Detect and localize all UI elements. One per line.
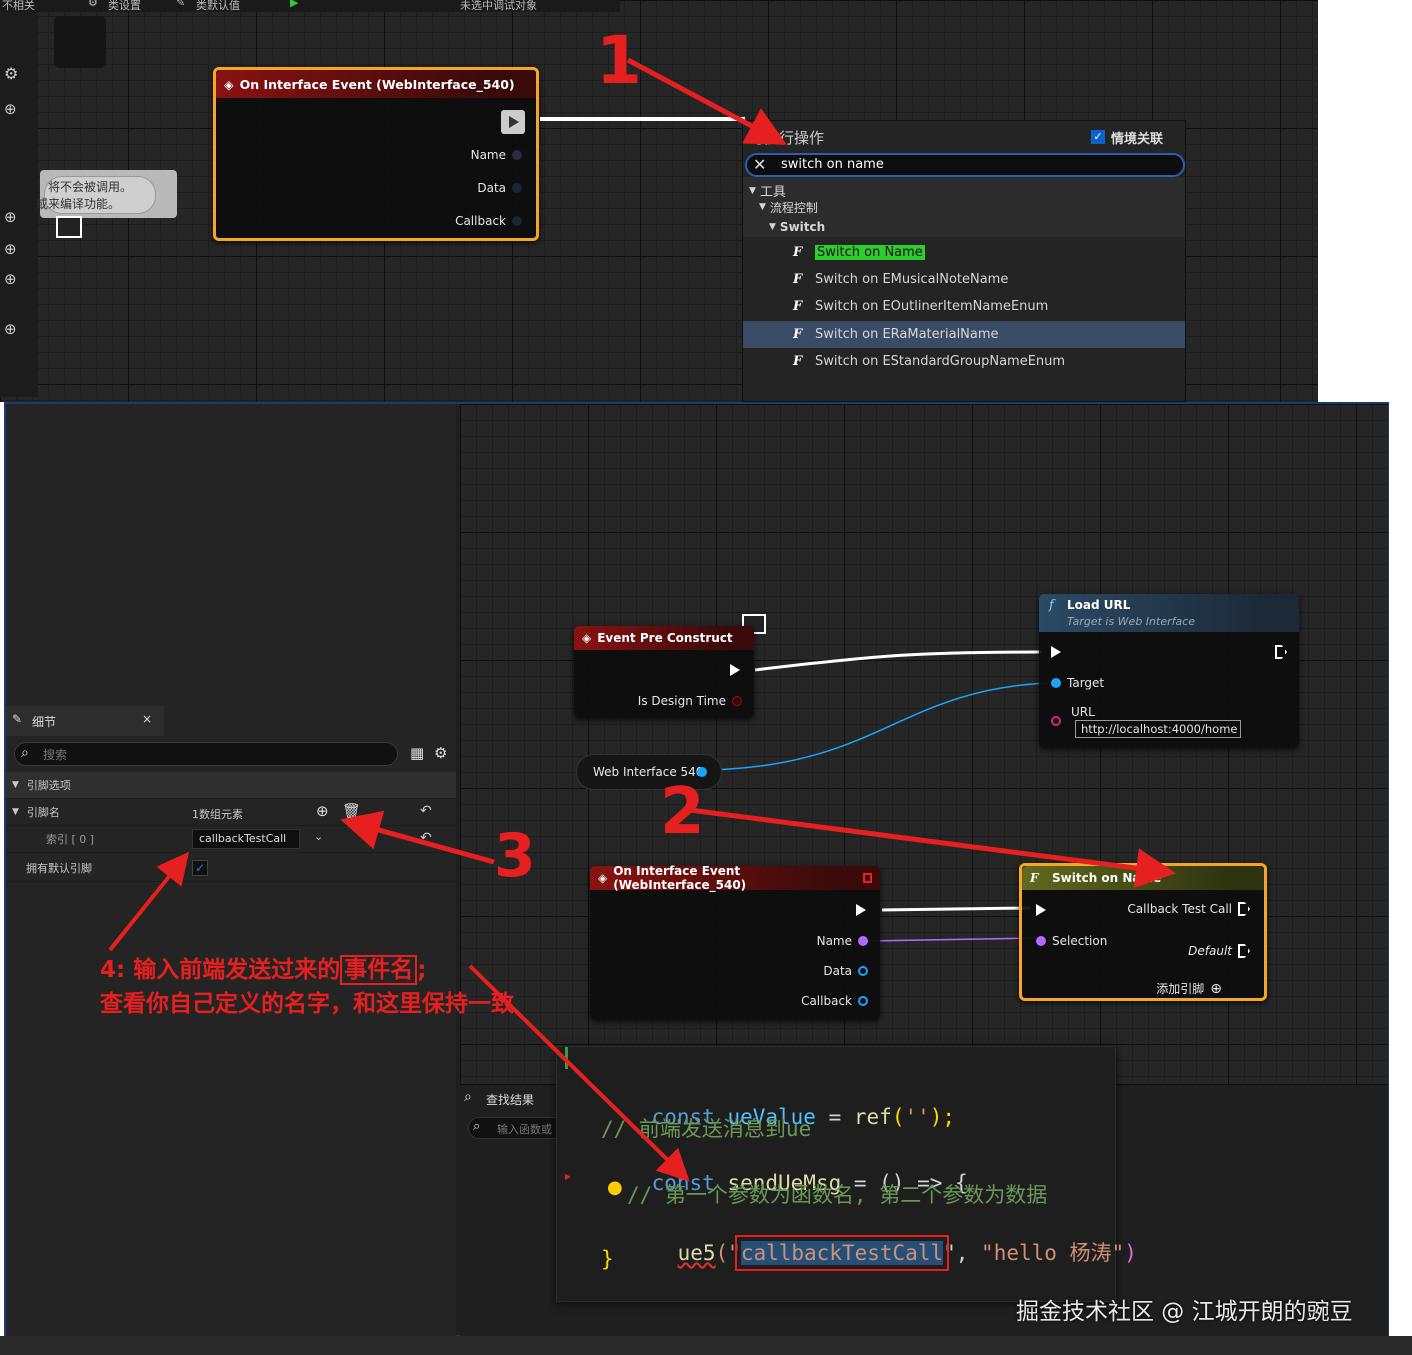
annotation-arrows: [108, 57, 1176, 1182]
watermark: 掘金技术社区 @ 江城开朗的豌豆: [1016, 1299, 1353, 1325]
step-1-label: 1: [596, 22, 642, 99]
step-2-label: 2: [660, 775, 705, 849]
note-line-1: 4: 输入前端发送过来的 事件名;: [100, 955, 427, 985]
note-line-2: 查看你自己定义的名字，和这里保持一致: [100, 991, 514, 1017]
step-3-label: 3: [494, 821, 536, 891]
